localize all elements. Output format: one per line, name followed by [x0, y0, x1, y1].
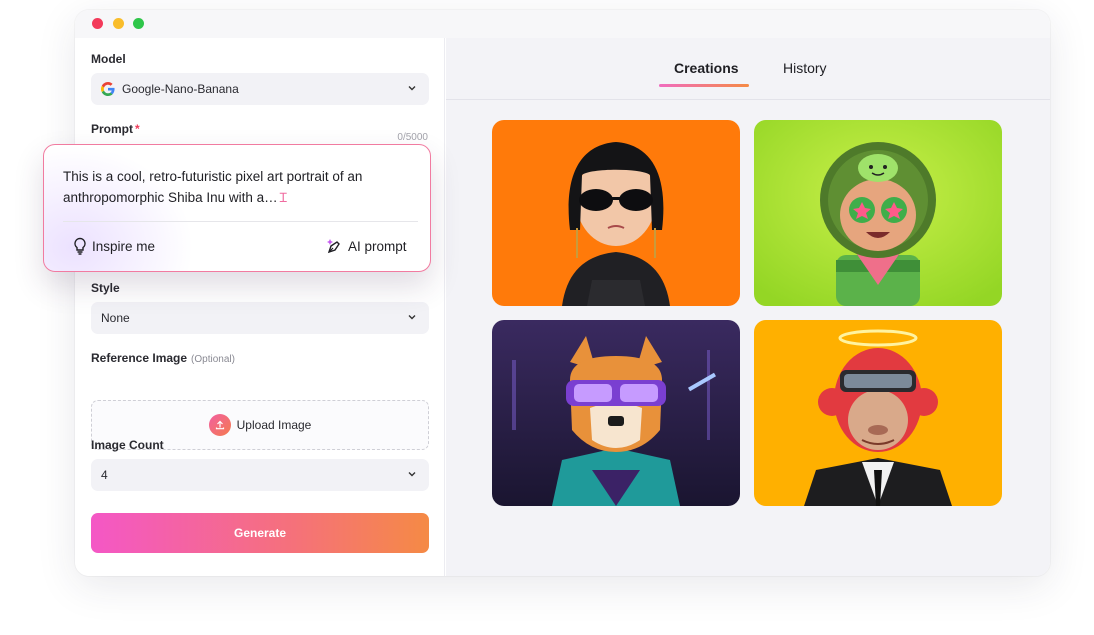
- chevron-down-icon: [408, 315, 416, 320]
- title-bar: [75, 10, 1050, 38]
- reference-image-label: Reference Image (Optional): [91, 351, 235, 365]
- generate-button[interactable]: Generate: [91, 513, 429, 553]
- tab-creations[interactable]: Creations: [674, 60, 739, 76]
- image-count-value: 4: [101, 468, 108, 482]
- gallery-image-red-ape[interactable]: [754, 320, 1002, 506]
- style-label: Style: [91, 281, 120, 295]
- prompt-popover: This is a cool, retro-futuristic pixel a…: [43, 144, 431, 272]
- prompt-divider: [63, 221, 418, 222]
- upload-image-label: Upload Image: [236, 418, 312, 432]
- model-label: Model: [91, 52, 126, 66]
- prompt-textarea[interactable]: This is a cool, retro-futuristic pixel a…: [63, 166, 413, 208]
- lightbulb-icon: [74, 237, 86, 255]
- gallery-image-goth-girl[interactable]: [492, 120, 740, 306]
- style-select[interactable]: None: [91, 302, 429, 334]
- model-select[interactable]: Google-Nano-Banana: [91, 73, 429, 105]
- maximize-window-button[interactable]: [133, 18, 144, 29]
- active-tab-indicator: [659, 84, 749, 87]
- prompt-char-counter: 0/5000: [397, 132, 428, 143]
- settings-panel: Model Google-Nano-Banana Prompt * 0/5000 …: [75, 38, 445, 576]
- required-mark: *: [135, 122, 140, 136]
- gallery-image-cactus-kid[interactable]: [754, 120, 1002, 306]
- inspire-me-button[interactable]: Inspire me: [72, 237, 155, 255]
- chevron-down-icon: [408, 472, 416, 477]
- gallery-image-pixel-shiba[interactable]: [492, 320, 740, 506]
- close-window-button[interactable]: [92, 18, 103, 29]
- minimize-window-button[interactable]: [113, 18, 124, 29]
- chevron-down-icon: [408, 86, 416, 91]
- google-g-icon: [101, 82, 115, 96]
- upload-icon: [208, 414, 231, 436]
- text-cursor-icon: Ɪ: [279, 190, 287, 205]
- optional-tag: (Optional): [191, 354, 235, 365]
- app-window: Model Google-Nano-Banana Prompt * 0/5000 …: [75, 10, 1050, 576]
- ai-prompt-button[interactable]: AI prompt: [326, 237, 407, 255]
- image-count-select[interactable]: 4: [91, 459, 429, 491]
- ai-prompt-label: AI prompt: [348, 238, 407, 254]
- inspire-me-label: Inspire me: [92, 238, 156, 254]
- model-value: Google-Nano-Banana: [122, 82, 239, 96]
- style-value: None: [101, 311, 130, 325]
- tab-history[interactable]: History: [783, 60, 827, 76]
- image-count-label: Image Count: [91, 438, 164, 452]
- ai-pen-sparkle-icon: [327, 239, 340, 254]
- prompt-label: Prompt *: [91, 122, 140, 136]
- gallery-tabs: Creations History: [446, 38, 1050, 100]
